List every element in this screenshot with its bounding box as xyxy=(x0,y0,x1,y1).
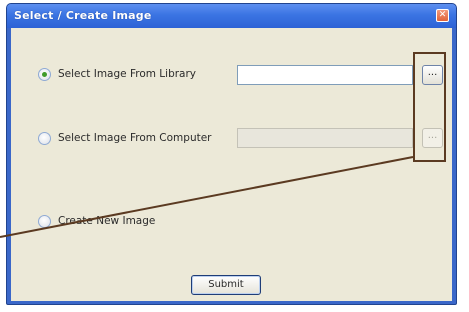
label-create-new-image: Create New Image xyxy=(58,215,156,227)
library-image-field[interactable] xyxy=(237,65,413,85)
submit-button[interactable]: Submit xyxy=(191,275,261,295)
close-icon: ✕ xyxy=(438,10,447,20)
select-create-image-dialog: Select / Create Image ✕ Select Image Fro… xyxy=(6,3,457,305)
close-button[interactable]: ✕ xyxy=(436,9,449,22)
label-select-from-library: Select Image From Library xyxy=(58,68,197,80)
label-select-from-computer: Select Image From Computer xyxy=(58,132,212,144)
radio-select-from-library[interactable] xyxy=(38,68,51,81)
window-title: Select / Create Image xyxy=(14,9,152,22)
screenshot: Select / Create Image ✕ Select Image Fro… xyxy=(0,0,469,312)
title-bar[interactable]: Select / Create Image ✕ xyxy=(7,4,456,28)
radio-select-from-computer[interactable] xyxy=(38,132,51,145)
dialog-body: Select Image From Library ... Select Ima… xyxy=(11,28,452,301)
radio-create-new-image[interactable] xyxy=(38,215,51,228)
annotation-highlight-box xyxy=(413,52,446,162)
computer-image-field[interactable] xyxy=(237,128,413,148)
